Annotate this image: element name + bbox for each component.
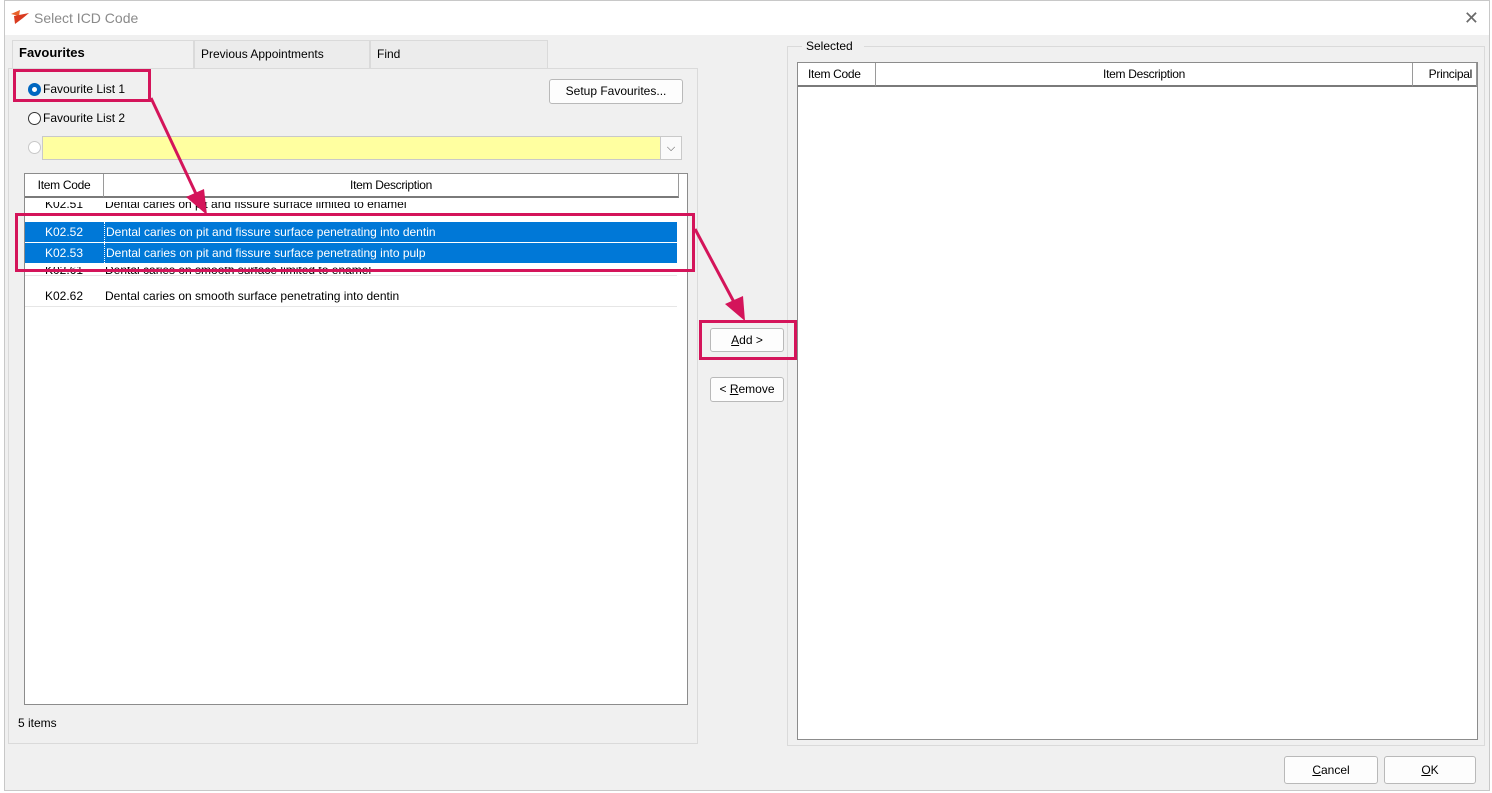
annotation-arrows [149, 97, 745, 321]
annotation-arrow-head [186, 189, 207, 215]
annotation-arrow-head [725, 296, 745, 321]
annotation-arrow-line [149, 97, 199, 197]
annotation-arrow-line [693, 228, 737, 305]
